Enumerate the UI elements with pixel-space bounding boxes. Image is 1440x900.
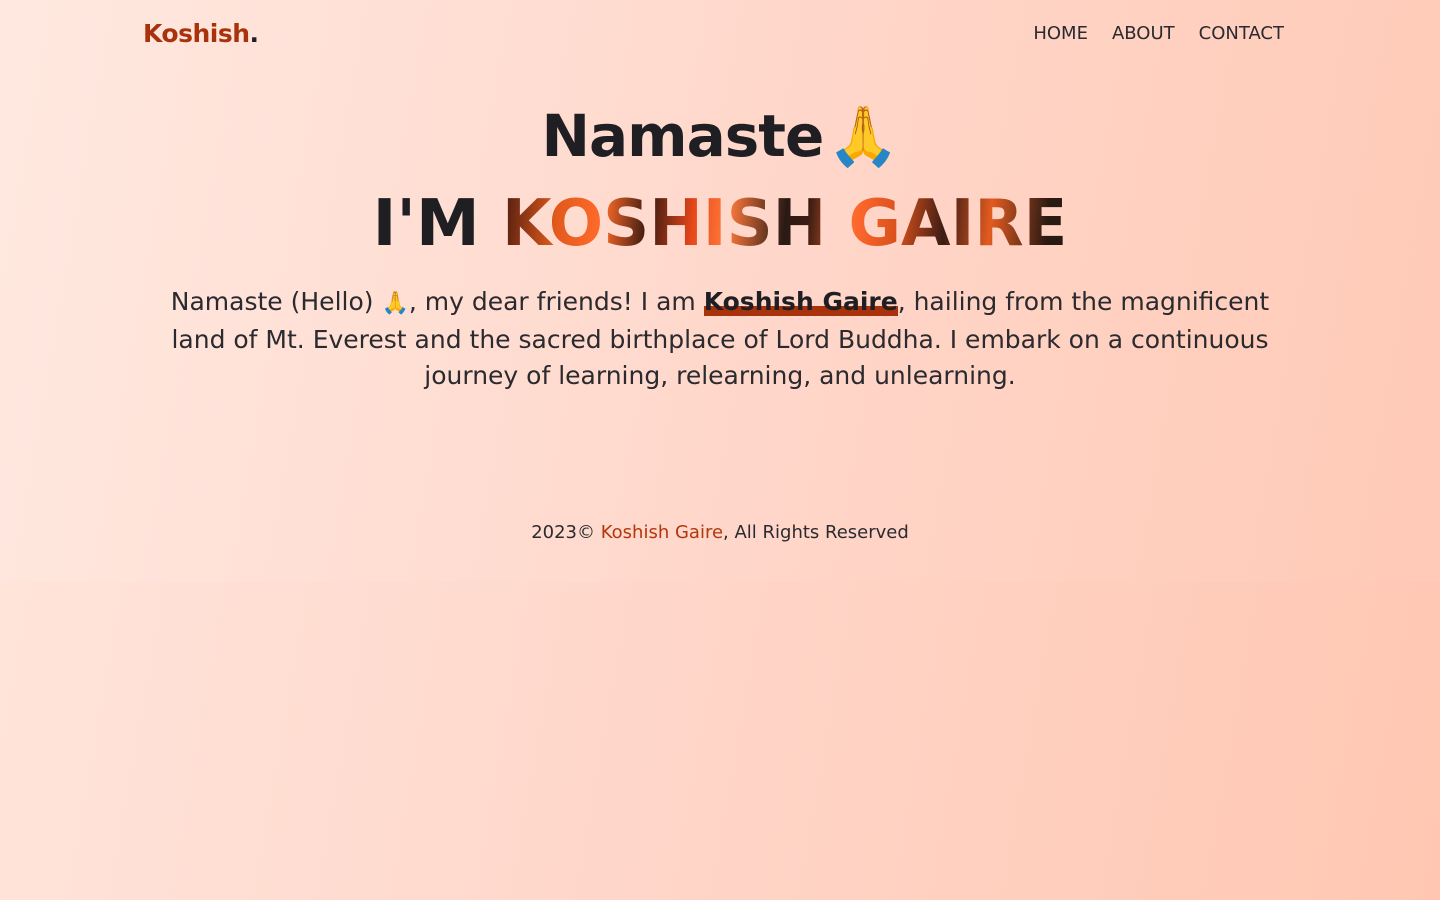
site-footer: 2023© Koshish Gaire, All Rights Reserved	[0, 522, 1440, 543]
greeting-text: Namaste	[541, 102, 824, 170]
praying-hands-icon: 🙏	[827, 102, 899, 170]
intro-before: Namaste (Hello)	[170, 287, 382, 316]
nav-home-link[interactable]: HOME	[1033, 23, 1088, 44]
hero-section: Namaste🙏 I'M KOSHISH GAIRE Namaste (Hell…	[0, 98, 1440, 394]
footer-owner-link[interactable]: Koshish Gaire	[601, 522, 723, 543]
site-header: Koshish. HOME ABOUT CONTACT	[143, 14, 1284, 52]
main-nav: HOME ABOUT CONTACT	[1033, 23, 1284, 44]
praying-hands-icon: 🙏	[381, 291, 409, 316]
intro-mid: , my dear friends! I am	[408, 287, 704, 316]
footer-year: 2023©	[531, 522, 596, 543]
fire-name-text: KOSHISH GAIRE	[501, 187, 1068, 261]
name-heading: I'M KOSHISH GAIRE	[0, 186, 1440, 262]
page-section: Koshish. HOME ABOUT CONTACT Namaste🙏 I'M…	[0, 0, 1440, 582]
intro-paragraph: Namaste (Hello) 🙏, my dear friends! I am…	[150, 284, 1290, 394]
brand-dot: .	[249, 18, 260, 48]
brand-name: Koshish	[143, 18, 250, 48]
footer-rights: , All Rights Reserved	[723, 522, 909, 543]
greeting-heading: Namaste🙏	[0, 98, 1440, 174]
intro-name-link[interactable]: Koshish Gaire	[704, 287, 898, 316]
nav-about-link[interactable]: ABOUT	[1112, 23, 1175, 44]
nav-contact-link[interactable]: CONTACT	[1199, 23, 1284, 44]
im-prefix: I'M	[372, 187, 502, 261]
brand-logo[interactable]: Koshish.	[143, 19, 259, 48]
